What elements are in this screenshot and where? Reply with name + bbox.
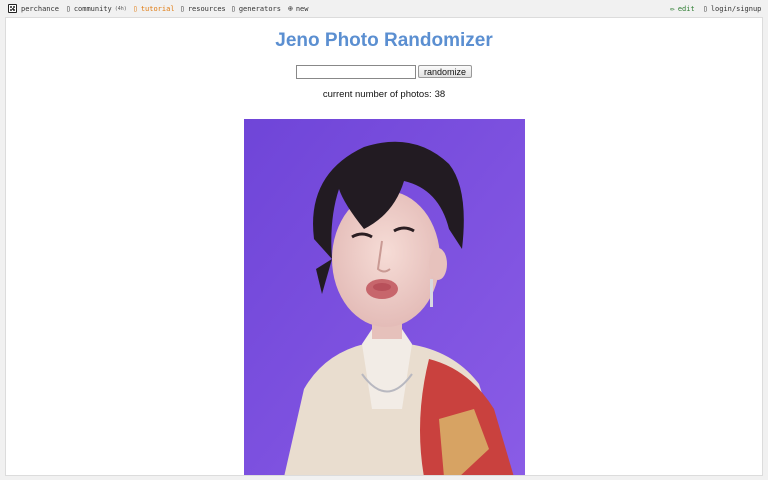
generator-panel: Jeno Photo Randomizer randomize current … [5,17,763,476]
random-photo [244,119,525,475]
nav-resources-label: resources [187,4,226,13]
nav-generators[interactable]: ▯ generators [231,3,281,14]
nav-community[interactable]: ▯ community (4h) [66,3,127,14]
nav-new-label: new [295,4,309,13]
nav-perchance[interactable]: perchance [8,3,59,14]
resources-icon: ▯ [180,3,185,13]
nav-resources[interactable]: ▯ resources [180,3,226,14]
nav-generators-label: generators [238,4,281,13]
chat-icon: ▯ [66,3,71,13]
top-nav-bar: perchance ▯ community (4h) ▯ tutorial ▯ … [0,0,768,16]
controls-row: randomize [6,65,762,79]
nav-tutorial[interactable]: ▯ tutorial [133,3,175,14]
book-icon: ▯ [133,3,138,13]
nav-new[interactable]: ⊕ new [288,3,308,14]
nav-edit-label: edit [677,4,695,13]
photo-illustration [244,119,525,475]
nav-tutorial-label: tutorial [140,4,175,13]
community-badge: (4h) [114,5,127,12]
nav-login[interactable]: ▯ login/signup [703,3,761,14]
photo-count: current number of photos: 38 [6,89,762,100]
user-icon: ▯ [703,3,708,13]
text-input[interactable] [295,65,416,79]
photo-count-label: current number of photos: [322,89,432,100]
nav-perchance-label: perchance [21,4,59,13]
photo-count-value: 38 [434,89,446,100]
plus-circle-icon: ⊕ [288,3,293,13]
nav-community-label: community [73,4,112,13]
pencil-icon: ✏ [670,3,675,13]
dice-icon [8,4,17,13]
page-title: Jeno Photo Randomizer [275,30,493,51]
generators-icon: ▯ [231,3,236,13]
randomize-button[interactable]: randomize [417,65,473,78]
nav-login-label: login/signup [710,4,762,13]
nav-edit[interactable]: ✏ edit [670,3,695,14]
